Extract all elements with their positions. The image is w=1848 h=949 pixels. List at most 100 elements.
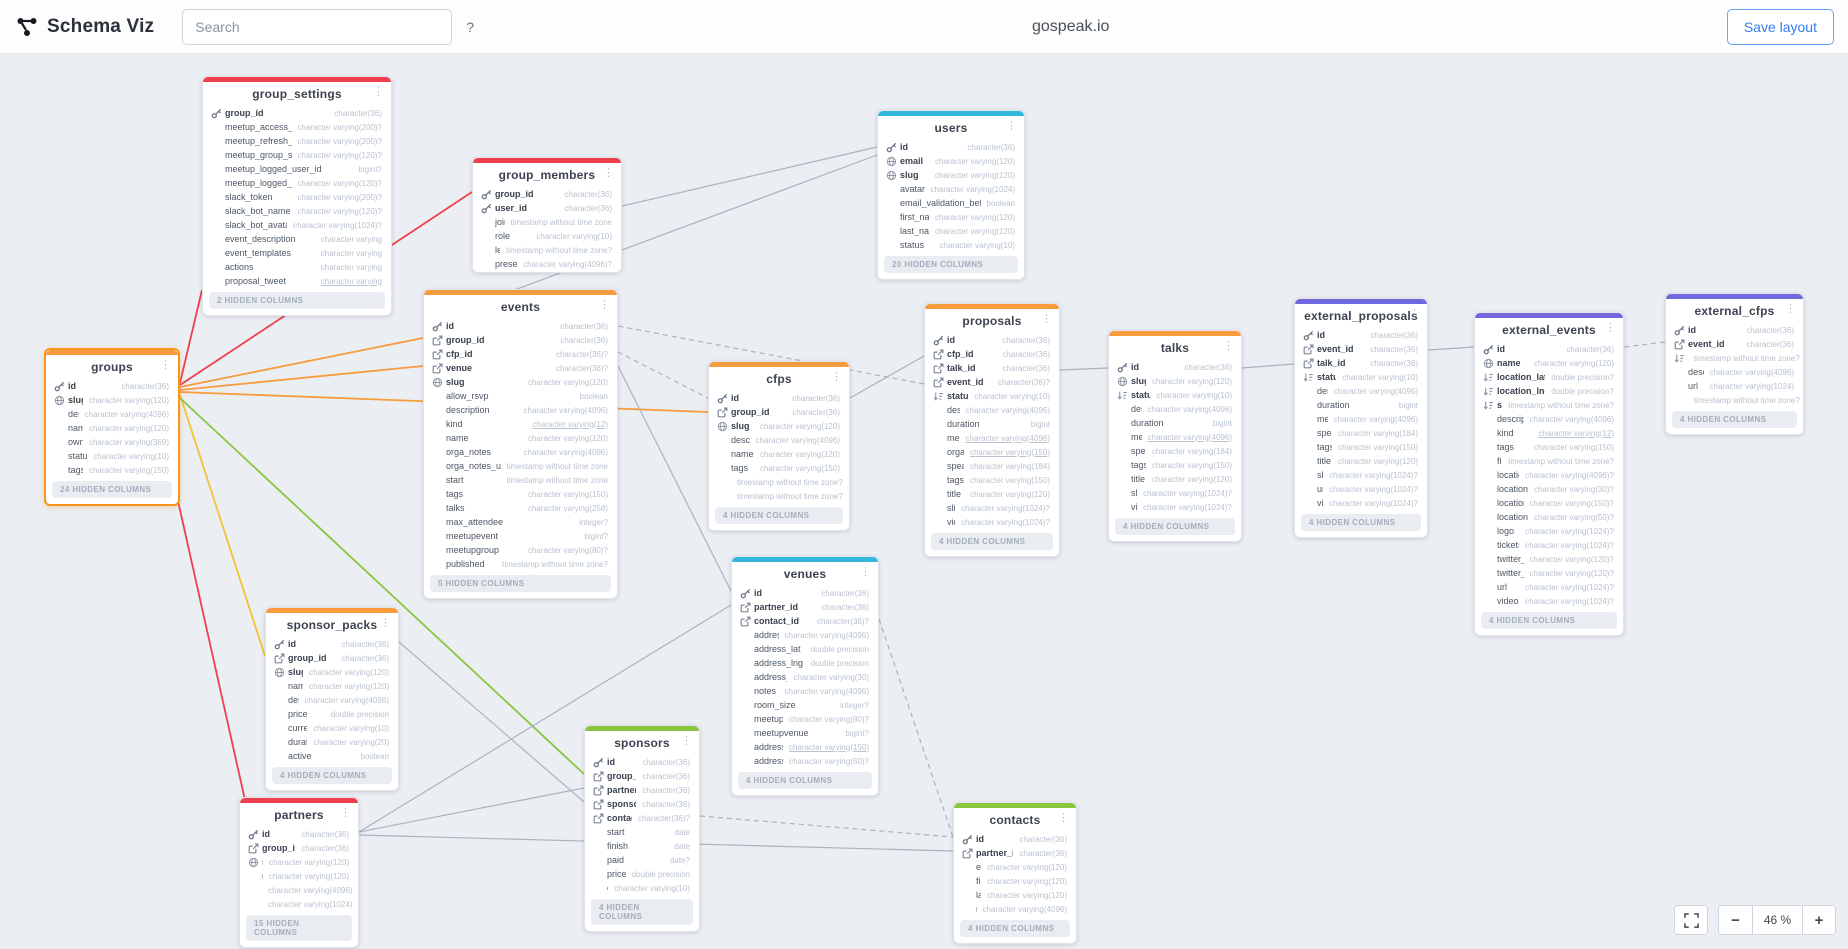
table-row[interactable]: orga_tags character varying(150): [925, 445, 1059, 459]
table-row[interactable]: leaved_at timestamp without time zone?: [473, 243, 621, 257]
table-row[interactable]: group_id character(36): [424, 333, 617, 347]
relationship-line[interactable]: [622, 147, 877, 206]
table-menu-icon[interactable]: ⋮: [599, 298, 610, 311]
table-row[interactable]: name character varying(120): [266, 679, 398, 693]
table-menu-icon[interactable]: ⋮: [860, 565, 871, 578]
table-row[interactable]: avatar character varying(1024): [878, 182, 1024, 196]
table-row[interactable]: event_id character(36): [1666, 337, 1803, 351]
table-row[interactable]: slug character varying(120): [46, 393, 178, 407]
table-menu-icon[interactable]: ⋮: [340, 806, 351, 819]
table-row[interactable]: price double precision: [266, 707, 398, 721]
table-row[interactable]: first_name character varying(120): [954, 874, 1076, 888]
table-menu-icon[interactable]: ⋮: [1605, 321, 1616, 334]
table-row[interactable]: proposal_tweet character varying: [203, 274, 391, 288]
table-row[interactable]: partner_id character(36): [732, 600, 878, 614]
relationship-line[interactable]: [1060, 368, 1108, 370]
table-row[interactable]: kind character varying(12): [424, 417, 617, 431]
table-card-groups[interactable]: groups ⋮ id character(36) slug character…: [44, 348, 180, 506]
table-row[interactable]: id character(36): [424, 319, 617, 333]
table-row[interactable]: email character varying(120): [878, 154, 1024, 168]
table-card-contacts[interactable]: contacts ⋮ id character(36) partner_id c…: [953, 802, 1077, 944]
table-card-users[interactable]: users ⋮ id character(36) email character…: [877, 110, 1025, 280]
table-row[interactable]: cfp_id character(36): [925, 347, 1059, 361]
table-row[interactable]: slack_token character varying(200)?: [203, 190, 391, 204]
table-row[interactable]: id character(36): [1666, 323, 1803, 337]
table-header[interactable]: group_members ⋮: [473, 163, 621, 185]
table-row[interactable]: published timestamp without time zone?: [424, 557, 617, 571]
table-row[interactable]: meetup_access_token character varying(20…: [203, 120, 391, 134]
table-row[interactable]: meetupevent bigint?: [424, 529, 617, 543]
table-row[interactable]: tags character varying(150): [1475, 440, 1623, 454]
table-row[interactable]: slug character varying(120): [1109, 374, 1241, 388]
table-row[interactable]: id character(36): [240, 827, 358, 841]
relationship-line[interactable]: [700, 816, 953, 837]
table-row[interactable]: orga_notes character varying(4096): [424, 445, 617, 459]
table-row[interactable]: group_id character(36): [585, 769, 699, 783]
zoom-out-button[interactable]: −: [1718, 905, 1752, 935]
table-row[interactable]: contact_id character(36)?: [732, 614, 878, 628]
save-layout-button[interactable]: Save layout: [1727, 9, 1834, 45]
table-row[interactable]: id character(36): [46, 379, 178, 393]
table-row[interactable]: id character(36): [1109, 360, 1241, 374]
table-row[interactable]: joined_at timestamp without time zone: [473, 215, 621, 229]
table-menu-icon[interactable]: ⋮: [1785, 302, 1796, 315]
table-header[interactable]: partners ⋮: [240, 803, 358, 825]
table-menu-icon[interactable]: ⋮: [373, 85, 384, 98]
hidden-columns-badge[interactable]: 4 HIDDEN COLUMNS: [960, 920, 1070, 937]
table-row[interactable]: address_lat double precision: [732, 642, 878, 656]
table-row[interactable]: title character varying(120): [1295, 454, 1427, 468]
table-card-events[interactable]: events ⋮ id character(36) group_id chara…: [423, 289, 618, 599]
table-row[interactable]: owners character varying(369): [46, 435, 178, 449]
relationship-line[interactable]: [1428, 347, 1474, 350]
table-row[interactable]: active boolean: [266, 749, 398, 763]
table-row[interactable]: notes character varying(4096): [732, 684, 878, 698]
table-row[interactable]: notes character varying(4096): [240, 883, 358, 897]
hidden-columns-badge[interactable]: 15 HIDDEN COLUMNS: [246, 915, 352, 941]
table-menu-icon[interactable]: ⋮: [1006, 119, 1017, 132]
table-row[interactable]: talk_id character(36): [925, 361, 1059, 375]
table-row[interactable]: description character varying(4096): [266, 693, 398, 707]
hidden-columns-badge[interactable]: 4 HIDDEN COLUMNS: [931, 533, 1053, 550]
table-row[interactable]: role character varying(10): [473, 229, 621, 243]
relationship-line[interactable]: [180, 395, 265, 656]
table-row[interactable]: location character varying(4096)?: [1475, 468, 1623, 482]
hidden-columns-badge[interactable]: 4 HIDDEN COLUMNS: [1301, 514, 1421, 531]
table-menu-icon[interactable]: ⋮: [831, 370, 842, 383]
relationship-line[interactable]: [359, 788, 584, 832]
table-row[interactable]: sponsor_pack_id character(36): [585, 797, 699, 811]
table-row[interactable]: meetup_group_slug character varying(120)…: [203, 148, 391, 162]
table-row[interactable]: group_id character(36): [240, 841, 358, 855]
table-row[interactable]: meetup_logged_user_id bigint?: [203, 162, 391, 176]
table-row[interactable]: twitter_hashtag character varying(120)?: [1475, 566, 1623, 580]
table-row[interactable]: start timestamp without time zone: [424, 473, 617, 487]
search-input[interactable]: [182, 9, 452, 45]
relationship-line[interactable]: [1624, 342, 1665, 347]
relationship-line[interactable]: [180, 290, 202, 383]
table-row[interactable]: description character varying(4096): [1666, 365, 1803, 379]
table-header[interactable]: external_events ⋮: [1475, 318, 1623, 340]
table-row[interactable]: slides character varying(1024)?: [925, 501, 1059, 515]
table-card-sponsor_packs[interactable]: sponsor_packs ⋮ id character(36) group_i…: [265, 607, 399, 791]
table-row[interactable]: id character(36): [732, 586, 878, 600]
hidden-columns-badge[interactable]: 4 HIDDEN COLUMNS: [272, 767, 392, 784]
relationship-line[interactable]: [180, 366, 423, 390]
table-row[interactable]: video character varying(1024)?: [1109, 500, 1241, 514]
table-row[interactable]: finish timestamp without time zone?: [1475, 454, 1623, 468]
table-card-partners[interactable]: partners ⋮ id character(36) group_id cha…: [239, 797, 359, 948]
hidden-columns-badge[interactable]: 4 HIDDEN COLUMNS: [1481, 612, 1617, 629]
relationship-line[interactable]: [399, 642, 584, 802]
table-header[interactable]: group_settings ⋮: [203, 82, 391, 104]
table-row[interactable]: status character varying(10): [878, 238, 1024, 252]
table-row[interactable]: slug character varying(120): [709, 419, 849, 433]
table-row[interactable]: address_id character varying(150): [732, 740, 878, 754]
table-row[interactable]: slug character varying(120): [878, 168, 1024, 182]
table-row[interactable]: speakers character varying(184): [1109, 444, 1241, 458]
table-row[interactable]: start date: [585, 825, 699, 839]
table-row[interactable]: url character varying(1024)?: [1295, 482, 1427, 496]
table-row[interactable]: speakers character varying(184): [1295, 426, 1427, 440]
table-row[interactable]: description character varying(4096): [709, 433, 849, 447]
table-row[interactable]: url character varying(1024): [1666, 379, 1803, 393]
table-menu-icon[interactable]: ⋮: [603, 166, 614, 179]
table-row[interactable]: last_name character varying(120): [878, 224, 1024, 238]
fit-to-screen-button[interactable]: [1674, 905, 1708, 935]
